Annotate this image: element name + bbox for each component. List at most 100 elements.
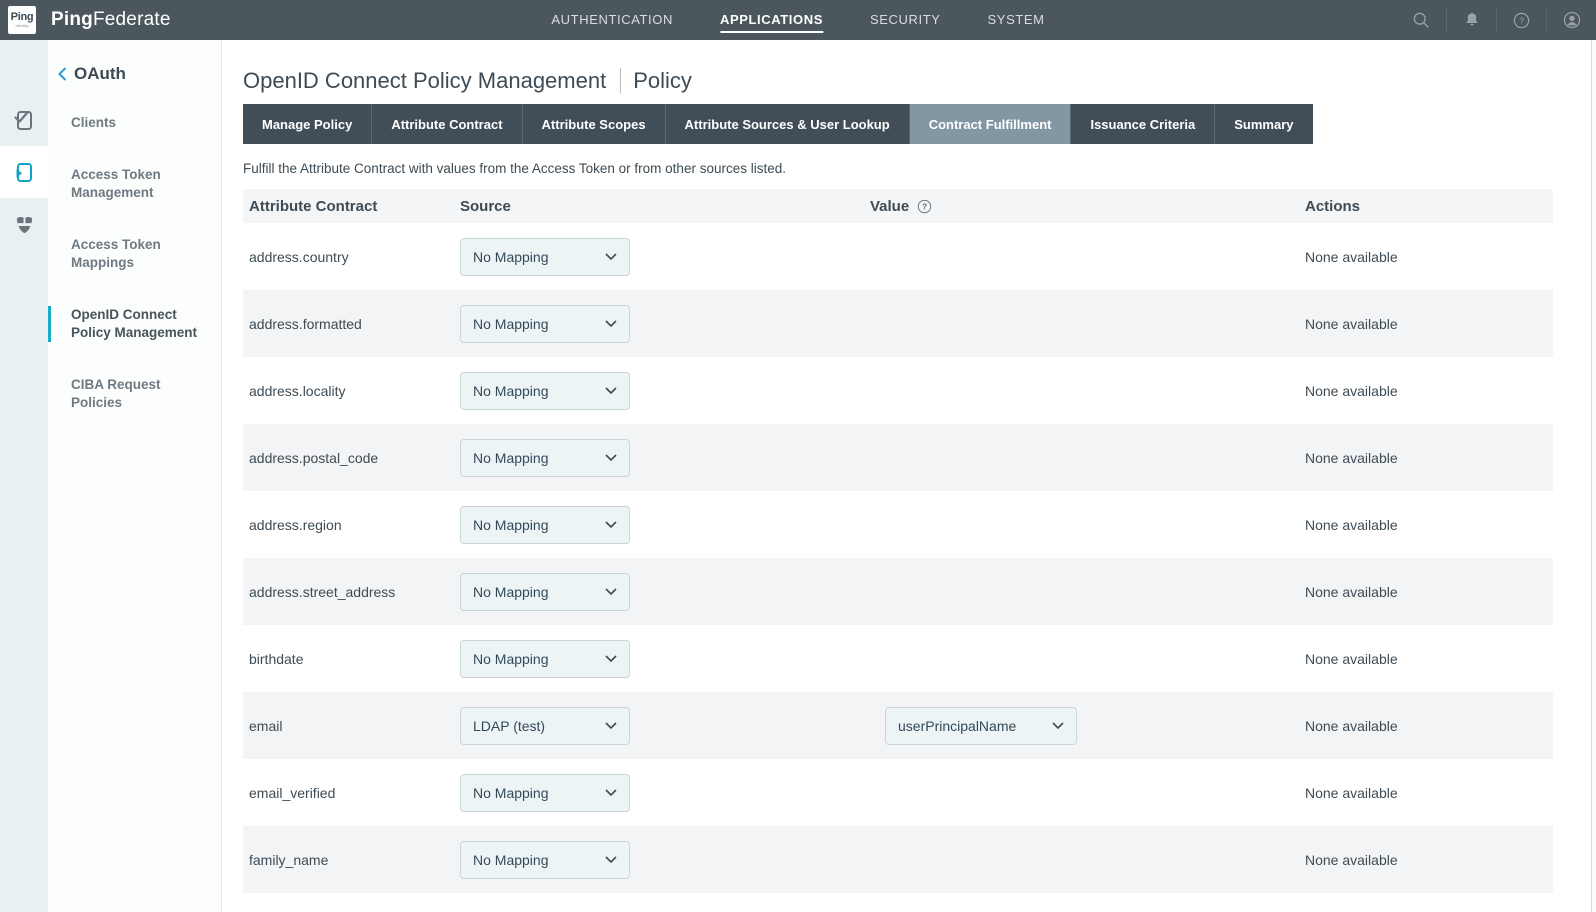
back-oauth-label: OAuth: [74, 64, 126, 84]
value-dropdown[interactable]: userPrincipalName: [885, 707, 1077, 745]
source-dropdown[interactable]: No Mapping: [460, 238, 630, 276]
page-subtitle: Policy: [633, 68, 692, 94]
actions-none-available: None available: [1305, 651, 1398, 667]
chevron-down-icon: [605, 521, 617, 529]
source-dropdown-value: LDAP (test): [473, 718, 545, 734]
attribute-contract-name: birthdate: [249, 651, 303, 667]
sidebar-item-access-token-mappings[interactable]: Access Token Mappings: [48, 236, 221, 272]
sidebar-item-access-token-management[interactable]: Access Token Management: [48, 166, 221, 202]
tab-issuance-criteria[interactable]: Issuance Criteria: [1071, 104, 1215, 144]
source-dropdown[interactable]: No Mapping: [460, 573, 630, 611]
chevron-down-icon: [605, 387, 617, 395]
table-row: address.street_address No Mapping None a…: [243, 558, 1553, 625]
tab-attribute-contract[interactable]: Attribute Contract: [372, 104, 522, 144]
policy-tabs: Manage Policy Attribute Contract Attribu…: [243, 104, 1596, 144]
scrollbar-track[interactable]: [1591, 40, 1596, 912]
tab-attribute-sources-user-lookup[interactable]: Attribute Sources & User Lookup: [666, 104, 910, 144]
value-dropdown-value: userPrincipalName: [898, 718, 1016, 734]
top-bar-icons: ?: [1396, 0, 1596, 40]
chevron-down-icon: [1052, 722, 1064, 730]
source-dropdown[interactable]: No Mapping: [460, 506, 630, 544]
search-icon[interactable]: [1396, 7, 1446, 33]
tab-contract-fulfillment[interactable]: Contract Fulfillment: [910, 104, 1072, 144]
table-row: email_verified No Mapping None available: [243, 759, 1553, 826]
top-nav: AUTHENTICATION APPLICATIONS SECURITY SYS…: [551, 0, 1044, 40]
chevron-down-icon: [605, 588, 617, 596]
table-row: birthdate No Mapping None available: [243, 625, 1553, 692]
icon-rail: [0, 40, 48, 912]
chevron-down-icon: [605, 789, 617, 797]
sidebar-items: Clients Access Token Management Access T…: [48, 114, 221, 412]
source-dropdown[interactable]: No Mapping: [460, 640, 630, 678]
clients-icon[interactable]: [0, 94, 48, 146]
source-dropdown[interactable]: No Mapping: [460, 305, 630, 343]
actions-none-available: None available: [1305, 852, 1398, 868]
nav-applications[interactable]: APPLICATIONS: [720, 7, 823, 33]
table-row: address.country No Mapping None availabl…: [243, 223, 1553, 290]
header-actions: Actions: [1305, 198, 1553, 215]
tab-manage-policy[interactable]: Manage Policy: [243, 104, 372, 144]
chevron-down-icon: [605, 320, 617, 328]
attribute-contract-name: address.locality: [249, 383, 346, 399]
actions-none-available: None available: [1305, 383, 1398, 399]
attribute-contract-name: address.street_address: [249, 584, 395, 600]
attribute-contract-name: address.region: [249, 517, 342, 533]
nav-system[interactable]: SYSTEM: [988, 7, 1045, 33]
table-header-row: Attribute Contract Source Value ? Action…: [243, 189, 1553, 223]
source-dropdown[interactable]: No Mapping: [460, 841, 630, 879]
value-help-icon[interactable]: ?: [917, 199, 932, 214]
table-row: family_name No Mapping None available: [243, 826, 1553, 893]
page-description: Fulfill the Attribute Contract with valu…: [243, 161, 1596, 176]
table-body: address.country No Mapping None availabl…: [243, 223, 1553, 893]
table-row: address.locality No Mapping None availab…: [243, 357, 1553, 424]
chevron-down-icon: [605, 856, 617, 864]
header-attribute-contract: Attribute Contract: [243, 198, 460, 215]
notifications-bell-icon[interactable]: [1446, 7, 1496, 33]
table-row: email LDAP (test) userPrincipalName None…: [243, 692, 1553, 759]
attribute-contract-name: family_name: [249, 852, 328, 868]
actions-none-available: None available: [1305, 450, 1398, 466]
source-dropdown[interactable]: No Mapping: [460, 372, 630, 410]
svg-text:?: ?: [922, 202, 927, 211]
top-bar: Ping Identity PingFederate AUTHENTICATIO…: [0, 0, 1596, 40]
source-dropdown-value: No Mapping: [473, 852, 549, 868]
table-row: address.postal_code No Mapping None avai…: [243, 424, 1553, 491]
tab-attribute-scopes[interactable]: Attribute Scopes: [523, 104, 666, 144]
help-icon[interactable]: ?: [1496, 7, 1546, 33]
chevron-left-icon: [58, 67, 67, 81]
source-dropdown-value: No Mapping: [473, 450, 549, 466]
attribute-contract-name: email: [249, 718, 282, 734]
source-dropdown-value: No Mapping: [473, 249, 549, 265]
app-title: PingFederate: [51, 9, 171, 31]
attribute-contract-name: address.postal_code: [249, 450, 378, 466]
header-source: Source: [460, 198, 870, 215]
actions-none-available: None available: [1305, 718, 1398, 734]
sidebar-item-openid-connect-policy-management[interactable]: OpenID Connect Policy Management: [48, 306, 221, 342]
actions-none-available: None available: [1305, 249, 1398, 265]
sidebar: OAuth Clients Access Token Management Ac…: [48, 40, 222, 912]
sidebar-item-ciba-request-policies[interactable]: CIBA Request Policies: [48, 376, 221, 412]
actions-none-available: None available: [1305, 785, 1398, 801]
source-dropdown-value: No Mapping: [473, 517, 549, 533]
nav-authentication[interactable]: AUTHENTICATION: [551, 7, 673, 33]
source-dropdown[interactable]: No Mapping: [460, 439, 630, 477]
user-account-icon[interactable]: [1546, 7, 1596, 33]
access-token-mappings-icon[interactable]: [0, 198, 48, 250]
source-dropdown[interactable]: LDAP (test): [460, 707, 630, 745]
sidebar-item-clients[interactable]: Clients: [48, 114, 221, 132]
attribute-contract-name: address.country: [249, 249, 349, 265]
table-row: address.formatted No Mapping None availa…: [243, 290, 1553, 357]
title-divider: [620, 68, 621, 94]
actions-none-available: None available: [1305, 517, 1398, 533]
tab-summary[interactable]: Summary: [1215, 104, 1312, 144]
source-dropdown[interactable]: No Mapping: [460, 774, 630, 812]
logo-text: Ping: [11, 12, 34, 23]
chevron-down-icon: [605, 253, 617, 261]
back-oauth-link[interactable]: OAuth: [48, 64, 221, 84]
source-dropdown-value: No Mapping: [473, 383, 549, 399]
actions-none-available: None available: [1305, 316, 1398, 332]
header-value: Value ?: [870, 198, 1305, 215]
page-title: OpenID Connect Policy Management Policy: [243, 68, 1596, 94]
nav-security[interactable]: SECURITY: [870, 7, 941, 33]
access-token-management-icon[interactable]: [0, 146, 48, 198]
